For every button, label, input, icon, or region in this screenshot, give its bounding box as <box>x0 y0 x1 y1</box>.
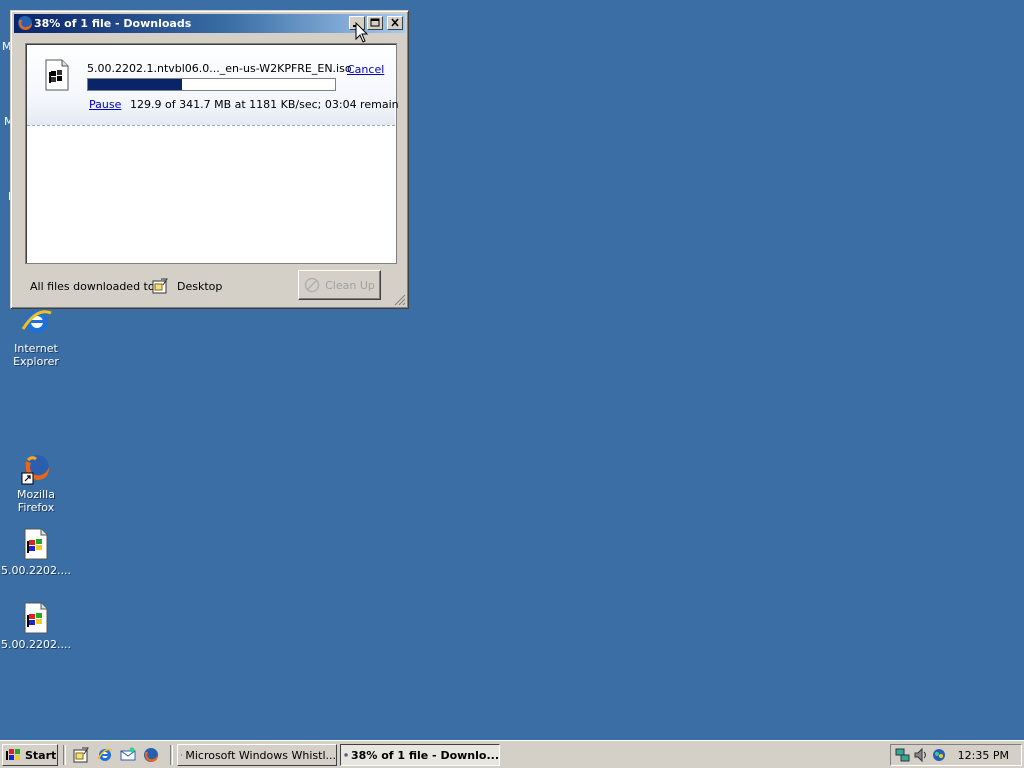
desktop-icon-label: Mozilla Firefox <box>17 488 55 514</box>
iso-file-icon <box>19 601 53 635</box>
download-location-label: All files downloaded to: <box>30 280 159 293</box>
desktop-icon-label: 5.00.2202.... <box>1 638 71 651</box>
start-button[interactable]: Start <box>2 744 58 766</box>
desktop-icon-label: 5.00.2202.... <box>1 564 71 577</box>
desktop-icon-iso-file[interactable]: 5.00.2202.... <box>0 527 74 577</box>
start-label: Start <box>25 748 57 762</box>
download-status: 129.9 of 341.7 MB at 1181 KB/sec; 03:04 … <box>130 98 399 111</box>
pause-link[interactable]: Pause <box>89 98 121 111</box>
maximize-button[interactable] <box>367 16 383 30</box>
desktop-folder-icon <box>152 278 168 294</box>
taskbar-item-label: Microsoft Windows Whistl... <box>185 748 336 762</box>
internet-explorer-icon <box>19 305 53 339</box>
desktop-icon-mozilla-firefox[interactable]: Mozilla Firefox <box>0 451 74 514</box>
windows-logo-icon <box>6 749 20 760</box>
progress-fill <box>88 79 182 90</box>
download-item[interactable]: 5.00.2202.1.ntvbl06.0..._en-us-W2KPFRE_E… <box>27 45 399 126</box>
window-title: 38% of 1 file - Downloads <box>34 17 192 30</box>
system-tray: 12:35 PM <box>890 744 1022 766</box>
iso-file-icon <box>19 527 53 561</box>
taskbar-item-downloads[interactable]: 38% of 1 file - Downlo... <box>340 744 500 766</box>
firefox-icon[interactable] <box>143 747 159 763</box>
taskbar: Start Microsoft Windows Whistl... 38% of… <box>0 740 1024 768</box>
network-icon[interactable] <box>895 747 911 763</box>
clean-up-icon <box>304 277 320 293</box>
taskbar-item-whistler[interactable]: Microsoft Windows Whistl... <box>177 744 337 766</box>
download-progress-bar <box>87 78 336 91</box>
close-icon <box>391 18 399 27</box>
desktop-icon-iso-file[interactable]: 5.00.2202.... <box>0 601 74 651</box>
taskbar-separator <box>63 745 66 765</box>
download-destination[interactable]: Desktop <box>177 280 222 293</box>
firefox-icon <box>17 15 33 31</box>
maximize-icon <box>370 18 380 27</box>
iso-file-icon <box>44 59 70 91</box>
firefox-icon <box>181 754 183 756</box>
internet-explorer-icon[interactable] <box>97 747 113 763</box>
close-button[interactable] <box>387 16 403 30</box>
firefox-shortcut-icon <box>19 451 53 485</box>
downloads-list: 5.00.2202.1.ntvbl06.0..._en-us-W2KPFRE_E… <box>25 43 399 264</box>
clean-up-button[interactable]: Clean Up <box>298 270 381 300</box>
resize-grip-icon[interactable] <box>394 294 406 306</box>
taskbar-separator <box>170 745 173 765</box>
cancel-link[interactable]: Cancel <box>347 63 384 76</box>
desktop-icon-internet-explorer[interactable]: Internet Explorer <box>0 305 74 368</box>
downloads-window: 38% of 1 file - Downloads 5.00.2202.1.nt… <box>10 10 409 309</box>
show-desktop-icon[interactable] <box>73 747 89 763</box>
clock[interactable]: 12:35 PM <box>958 749 1009 762</box>
desktop-icon-label: Internet Explorer <box>13 342 59 368</box>
window-titlebar[interactable]: 38% of 1 file - Downloads <box>14 14 405 33</box>
outlook-express-icon[interactable] <box>120 747 136 763</box>
firefox-icon <box>344 753 348 757</box>
clean-up-label: Clean Up <box>325 278 375 292</box>
download-filename: 5.00.2202.1.ntvbl06.0..._en-us-W2KPFRE_E… <box>87 62 352 75</box>
mouse-cursor-icon <box>355 22 369 43</box>
taskbar-item-label: 38% of 1 file - Downlo... <box>351 748 499 762</box>
volume-icon[interactable] <box>913 747 929 763</box>
display-settings-icon[interactable] <box>931 747 947 763</box>
